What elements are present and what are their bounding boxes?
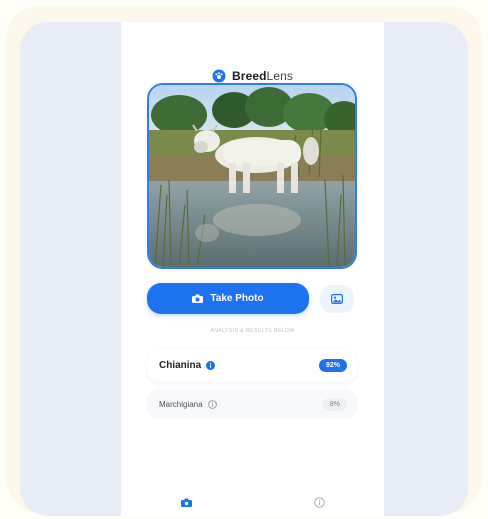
- cow-photo-image: [149, 85, 355, 267]
- app-title-bold: Breed: [232, 69, 267, 83]
- captured-photo[interactable]: [147, 83, 357, 269]
- confidence-badge: 8%: [322, 397, 347, 411]
- result-card-secondary[interactable]: Marchigiana 8%: [147, 389, 357, 419]
- info-icon[interactable]: [206, 361, 216, 370]
- breed-name: Chianina: [159, 360, 202, 371]
- app-title: BreedLens: [232, 69, 293, 83]
- app-header: BreedLens: [121, 69, 384, 83]
- paw-globe-icon: [212, 69, 226, 83]
- tab-camera[interactable]: [179, 495, 193, 509]
- gallery-icon: [331, 294, 343, 304]
- gallery-button[interactable]: [320, 285, 354, 313]
- take-photo-label: Take Photo: [210, 293, 264, 304]
- info-icon[interactable]: [207, 399, 217, 409]
- camera-icon: [180, 498, 192, 507]
- take-photo-button[interactable]: Take Photo: [147, 283, 309, 314]
- breed-name: Marchigiana: [159, 399, 203, 409]
- tab-info[interactable]: [312, 495, 326, 509]
- bottom-tab-bar: [121, 488, 384, 516]
- result-card-primary[interactable]: Chianina 92%: [147, 349, 357, 382]
- confidence-badge: 92%: [318, 359, 347, 372]
- results-hint-text: ANALYSIS & RESULTS BELOW: [210, 328, 295, 334]
- phone-screen: BreedLens Take Photo ANALYSIS & RESULTS …: [121, 22, 384, 516]
- camera-icon: [192, 294, 204, 303]
- app-title-light: Lens: [266, 69, 293, 83]
- info-icon: [313, 496, 325, 508]
